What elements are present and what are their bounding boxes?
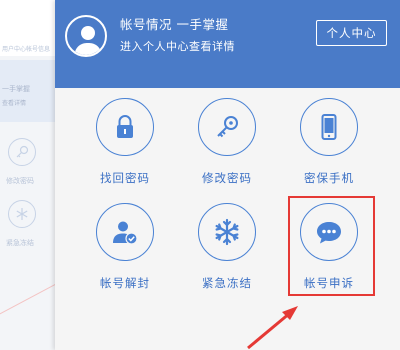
tile-label: 帐号解封: [100, 276, 150, 290]
tile-recover-password[interactable]: 找回密码: [85, 98, 165, 198]
account-popup: 帐号情况 一手掌握 进入个人中心查看详情 个人中心 找回密码 修改密码 密保手机…: [55, 0, 400, 350]
user-avatar-icon[interactable]: [65, 15, 107, 57]
tile-label: 找回密码: [100, 171, 150, 185]
snowflake-icon: [198, 203, 256, 261]
tile-account-unblock[interactable]: 帐号解封: [85, 203, 165, 303]
tile-account-appeal[interactable]: 帐号申诉: [289, 203, 369, 303]
tile-security-phone[interactable]: 密保手机: [289, 98, 369, 198]
tile-emergency-freeze[interactable]: 紧急冻结: [187, 203, 267, 303]
tile-label: 修改密码: [202, 171, 252, 185]
tile-label: 紧急冻结: [202, 276, 252, 290]
key-icon: [8, 138, 36, 166]
phone-icon: [300, 98, 358, 156]
tile-label: 密保手机: [304, 171, 354, 185]
header-title: 帐号情况 一手掌握: [120, 17, 229, 32]
lock-icon: [96, 98, 154, 156]
background-header-text: 用户中心帐号信息: [2, 46, 51, 53]
user-check-icon: [96, 203, 154, 261]
popup-header: 帐号情况 一手掌握 进入个人中心查看详情 个人中心: [55, 0, 400, 88]
key-icon: [198, 98, 256, 156]
background-banner-line2: 查看详情: [2, 100, 27, 107]
background-banner-line1: 一手掌握: [2, 85, 30, 93]
tile-change-password[interactable]: 修改密码: [187, 98, 267, 198]
tile-label: 帐号申诉: [304, 276, 354, 290]
background-page: 用户中心帐号信息 一手掌握 查看详情 修改密码 紧急冻结: [0, 0, 55, 350]
personal-center-button[interactable]: 个人中心: [316, 20, 387, 46]
snowflake-icon: [8, 200, 36, 228]
header-subtitle: 进入个人中心查看详情: [120, 40, 235, 53]
chat-bubble-icon: [300, 203, 358, 261]
background-item-label: 紧急冻结: [6, 239, 34, 247]
background-divider: [0, 278, 55, 323]
background-item-label: 修改密码: [6, 177, 34, 185]
